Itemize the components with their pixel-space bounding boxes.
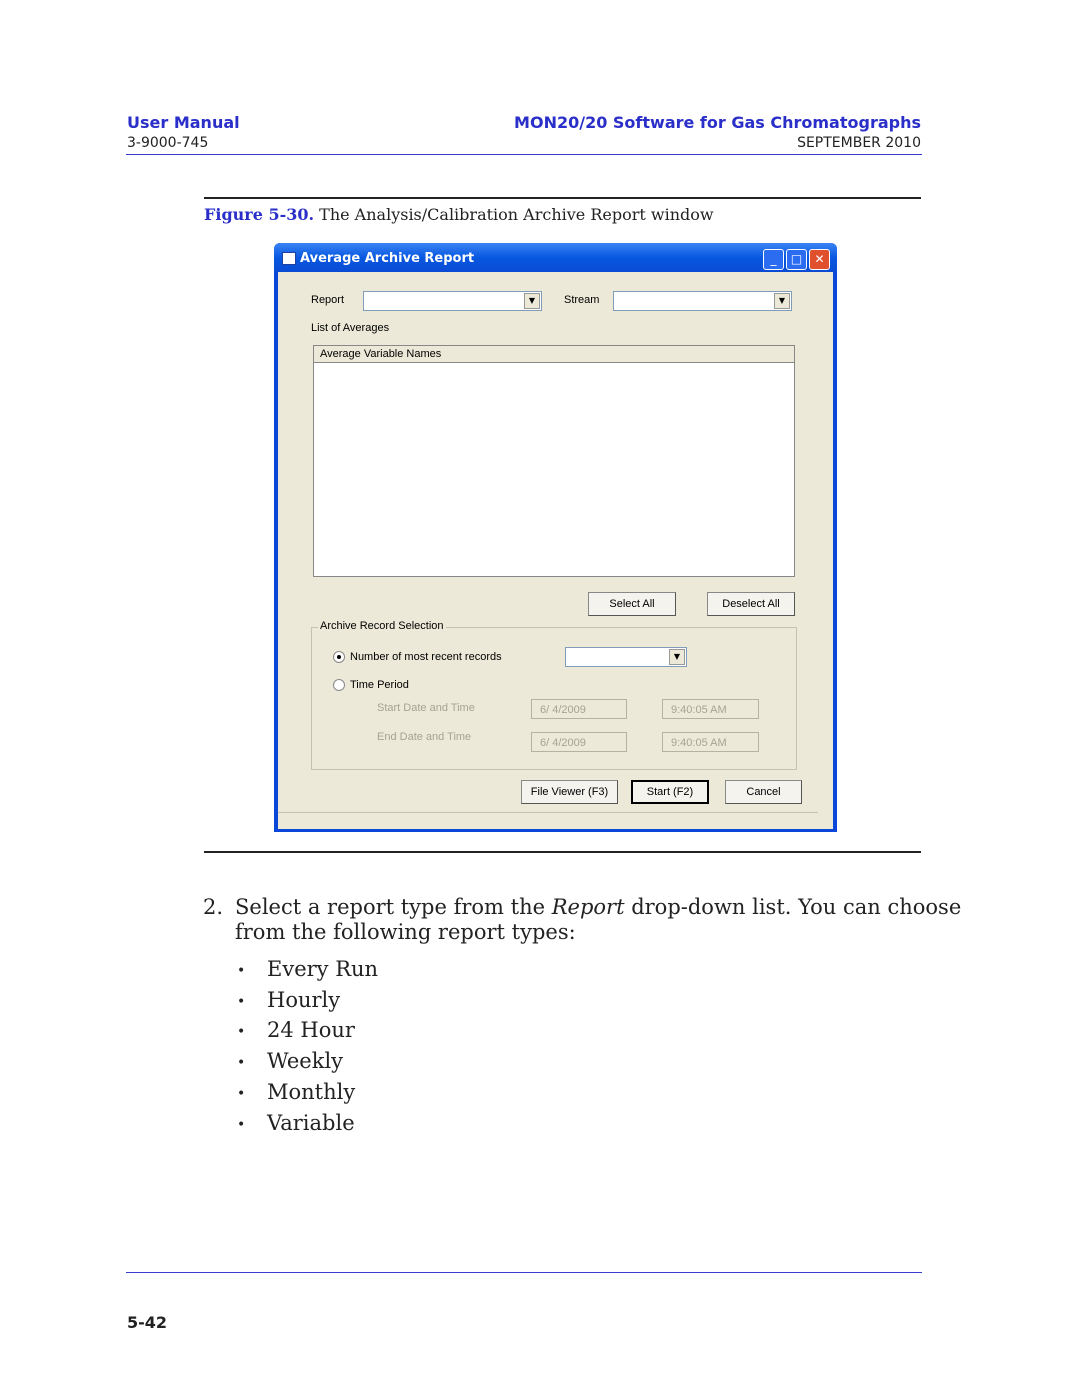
- column-header-average-variable-names[interactable]: Average Variable Names: [314, 346, 794, 363]
- radio-recent-label: Number of most recent records: [350, 651, 502, 663]
- chevron-down-icon[interactable]: ▼: [774, 293, 790, 309]
- archive-report-window: Average Archive Report _ □ ✕ Report ▼ St…: [274, 243, 837, 832]
- window-client: Report ▼ Stream ▼ List of Averages Avera…: [278, 272, 833, 829]
- start-button[interactable]: Start (F2): [631, 780, 709, 804]
- close-button[interactable]: ✕: [809, 249, 830, 270]
- header-rule: [126, 154, 922, 155]
- deselect-all-button[interactable]: Deselect All: [707, 592, 795, 616]
- step-text-emphasis: Report: [551, 895, 625, 919]
- end-date-picker[interactable]: 6/ 4/2009: [531, 732, 627, 752]
- list-item-text: Weekly: [267, 1049, 344, 1073]
- window-title: Average Archive Report: [300, 251, 475, 266]
- step-text-part: drop-down list. You can choose: [624, 895, 962, 919]
- stream-label: Stream: [564, 294, 600, 306]
- list-item: • 24 Hour: [237, 1018, 355, 1042]
- report-label: Report: [311, 294, 345, 306]
- manual-page: User Manual 3-9000-745 MON20/20 Software…: [0, 0, 1080, 1397]
- figure-top-rule: [204, 197, 921, 199]
- list-item: • Hourly: [237, 988, 341, 1012]
- start-label: Start Date and Time: [377, 702, 475, 714]
- chevron-down-icon[interactable]: ▼: [669, 649, 685, 665]
- select-all-button[interactable]: Select All: [588, 592, 676, 616]
- list-item: • Monthly: [237, 1080, 356, 1104]
- header-left-title: User Manual: [127, 113, 240, 132]
- footer-rule: [126, 1272, 922, 1273]
- list-item-text: Hourly: [267, 988, 341, 1012]
- end-time-value: 9:40:05 AM: [671, 737, 727, 749]
- step-number: 2.: [203, 895, 224, 919]
- list-item: • Weekly: [237, 1049, 344, 1073]
- step-text: Select a report type from the Report dro…: [235, 895, 961, 919]
- list-item-text: Every Run: [267, 957, 379, 981]
- status-bar-divider: [278, 812, 818, 813]
- minimize-button[interactable]: _: [763, 249, 784, 270]
- page-number: 5-42: [127, 1313, 168, 1332]
- step-text-line-2: from the following report types:: [235, 920, 576, 944]
- averages-list[interactable]: Average Variable Names: [313, 345, 795, 577]
- record-count-dropdown[interactable]: ▼: [565, 647, 687, 667]
- doc-number: 3-9000-745: [127, 135, 209, 151]
- figure-bottom-rule: [204, 851, 921, 853]
- report-dropdown[interactable]: ▼: [363, 291, 542, 311]
- step-text-part: Select a report type from the: [235, 895, 552, 919]
- radio-recent-records[interactable]: [333, 651, 345, 663]
- header-right-title: MON20/20 Software for Gas Chromatographs: [514, 113, 921, 132]
- list-item: • Variable: [237, 1111, 355, 1135]
- file-viewer-button[interactable]: File Viewer (F3): [521, 780, 618, 804]
- stream-dropdown[interactable]: ▼: [613, 291, 792, 311]
- header-date: SEPTEMBER 2010: [797, 135, 921, 151]
- end-time-spinner[interactable]: 9:40:05 AM: [662, 732, 759, 752]
- end-label: End Date and Time: [377, 731, 472, 743]
- list-item-text: Monthly: [267, 1080, 356, 1104]
- title-bar[interactable]: Average Archive Report _ □ ✕: [274, 243, 837, 272]
- list-label: List of Averages: [311, 322, 390, 334]
- start-time-value: 9:40:05 AM: [671, 704, 727, 716]
- start-date-value: 6/ 4/2009: [540, 704, 586, 716]
- radio-time-label: Time Period: [350, 679, 409, 691]
- maximize-button[interactable]: □: [786, 249, 807, 270]
- figure-label: Figure 5-30.: [204, 205, 315, 224]
- group-label: Archive Record Selection: [318, 620, 446, 632]
- figure-caption: Figure 5-30. The Analysis/Calibration Ar…: [204, 205, 714, 224]
- start-time-spinner[interactable]: 9:40:05 AM: [662, 699, 759, 719]
- chevron-down-icon[interactable]: ▼: [524, 293, 540, 309]
- list-item-text: Variable: [267, 1111, 355, 1135]
- list-item: • Every Run: [237, 957, 379, 981]
- window-app-icon: [282, 252, 296, 265]
- start-date-picker[interactable]: 6/ 4/2009: [531, 699, 627, 719]
- end-date-value: 6/ 4/2009: [540, 737, 586, 749]
- figure-caption-text: The Analysis/Calibration Archive Report …: [319, 205, 714, 224]
- cancel-button[interactable]: Cancel: [725, 780, 802, 804]
- radio-time-period[interactable]: [333, 679, 345, 691]
- list-item-text: 24 Hour: [267, 1018, 355, 1042]
